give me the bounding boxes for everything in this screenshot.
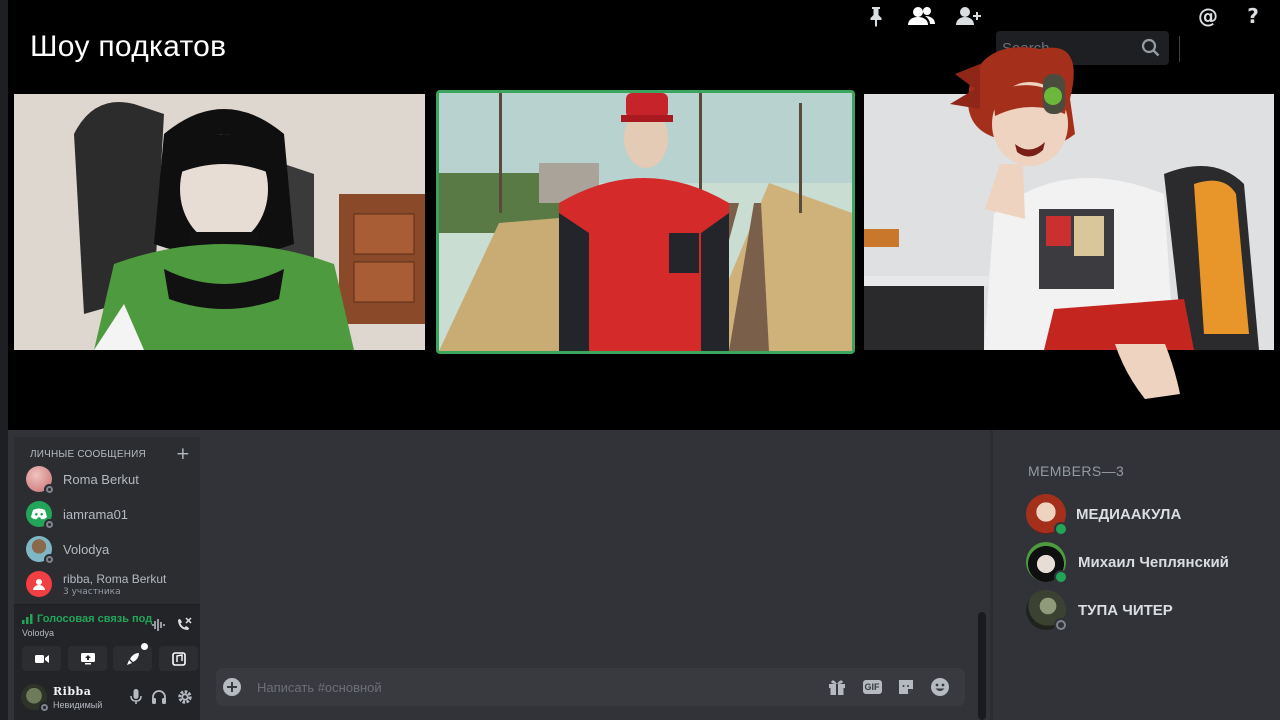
camera-icon xyxy=(34,654,49,663)
participant-video-girl xyxy=(14,94,425,350)
emoji-button[interactable] xyxy=(929,677,951,697)
avatar xyxy=(26,536,55,565)
disconnect-icon[interactable] xyxy=(176,617,192,633)
dm-member-count: 3 участника xyxy=(63,586,121,597)
sticker-button[interactable] xyxy=(895,677,917,697)
status-offline-icon xyxy=(1054,618,1068,632)
gif-button[interactable]: GIF xyxy=(861,677,883,697)
avatar xyxy=(1026,494,1068,536)
message-input[interactable] xyxy=(257,678,777,696)
soundboard-icon xyxy=(171,651,186,666)
dm-item-group[interactable]: ribba, Roma Berkut 3 участника xyxy=(26,567,196,601)
status-online-icon xyxy=(1054,570,1068,584)
member-name: Михаил Чеплянский xyxy=(1078,553,1229,571)
status-offline-icon xyxy=(44,484,55,495)
video-tile-2-speaking[interactable] xyxy=(436,90,855,354)
member-list: MEMBERS—3 МЕДИААКУЛА Михаил Чеплянский Т… xyxy=(994,437,1280,720)
headphones-button[interactable] xyxy=(150,688,168,706)
status-online-icon xyxy=(1054,522,1068,536)
plus-circle-icon xyxy=(223,678,241,696)
user-status: Невидимый xyxy=(53,700,103,710)
gift-icon xyxy=(829,680,845,695)
voice-channel-name[interactable]: Volodya xyxy=(22,628,54,638)
attach-button[interactable] xyxy=(221,677,243,697)
member-name: МЕДИААКУЛА xyxy=(1076,505,1182,523)
participant-video-man xyxy=(439,93,852,351)
user-panel: Ribba Невидимый xyxy=(14,676,200,720)
avatar xyxy=(26,501,55,530)
member-name: ТУПА ЧИТЕР xyxy=(1078,601,1173,619)
avatar[interactable] xyxy=(21,684,50,713)
dm-item-iamrama01[interactable]: iamrama01 xyxy=(26,497,196,531)
dm-name: Roma Berkut xyxy=(63,471,139,487)
notification-dot-icon xyxy=(141,643,148,650)
group-icon xyxy=(33,579,45,590)
dm-item-volodya[interactable]: Volodya xyxy=(26,532,196,566)
activities-button[interactable] xyxy=(113,643,152,671)
emoji-icon xyxy=(931,678,949,696)
status-offline-icon xyxy=(44,554,55,565)
sticker-icon xyxy=(899,680,913,694)
message-composer[interactable]: GIF xyxy=(216,668,965,706)
video-tile-1[interactable] xyxy=(14,94,425,350)
dm-name: iamrama01 xyxy=(63,506,129,522)
avatar xyxy=(26,571,52,597)
add-friend-icon[interactable] xyxy=(954,0,984,32)
gear-icon xyxy=(178,690,192,704)
members-header: MEMBERS—3 xyxy=(1028,463,1125,479)
avatar xyxy=(1026,542,1068,584)
voice-connection-panel: Голосовая связь под Volodya xyxy=(14,604,200,676)
microphone-icon xyxy=(130,689,142,704)
dm-name: ribba, Roma Berkut xyxy=(63,571,167,586)
avatar xyxy=(26,466,55,495)
screen-share-button[interactable] xyxy=(68,646,107,671)
avatar xyxy=(1026,590,1068,632)
channel-title: Шоу подкатов xyxy=(30,30,227,63)
username[interactable]: Ribba xyxy=(53,685,91,698)
member-item[interactable]: Михаил Чеплянский xyxy=(1026,542,1229,584)
members-separator xyxy=(990,430,993,720)
window-left-edge xyxy=(0,0,8,720)
mention-icon[interactable]: @ xyxy=(1194,0,1222,32)
headphones-icon xyxy=(152,690,166,704)
discord-logo-icon xyxy=(31,508,47,520)
signal-icon[interactable] xyxy=(22,614,34,624)
help-icon[interactable]: ? xyxy=(1239,0,1267,32)
noise-suppression-icon[interactable] xyxy=(151,618,167,632)
dm-name: Volodya xyxy=(63,541,110,557)
screen-share-icon xyxy=(80,652,95,664)
gif-label: GIF xyxy=(862,680,882,694)
member-item[interactable]: МЕДИААКУЛА xyxy=(1026,494,1182,536)
streamer-overflow-figure xyxy=(950,47,1180,399)
pin-icon[interactable] xyxy=(862,0,890,32)
members-icon[interactable] xyxy=(906,0,938,32)
status-invisible-icon xyxy=(39,702,50,713)
member-item[interactable]: ТУПА ЧИТЕР xyxy=(1026,590,1173,632)
status-offline-icon xyxy=(44,519,55,530)
dm-item-roma-berkut[interactable]: Roma Berkut xyxy=(26,462,196,496)
camera-button[interactable] xyxy=(22,646,61,671)
rocket-icon xyxy=(126,652,139,665)
chat-scrollbar[interactable] xyxy=(978,612,986,720)
voice-status-text: Голосовая связь под xyxy=(37,613,153,625)
dm-header: ЛИЧНЫЕ СООБЩЕНИЯ xyxy=(30,449,146,460)
microphone-button[interactable] xyxy=(127,688,145,706)
settings-button[interactable] xyxy=(176,688,194,706)
add-dm-button[interactable]: + xyxy=(176,444,190,464)
gift-button[interactable] xyxy=(826,677,848,697)
soundboard-button[interactable] xyxy=(159,646,198,671)
